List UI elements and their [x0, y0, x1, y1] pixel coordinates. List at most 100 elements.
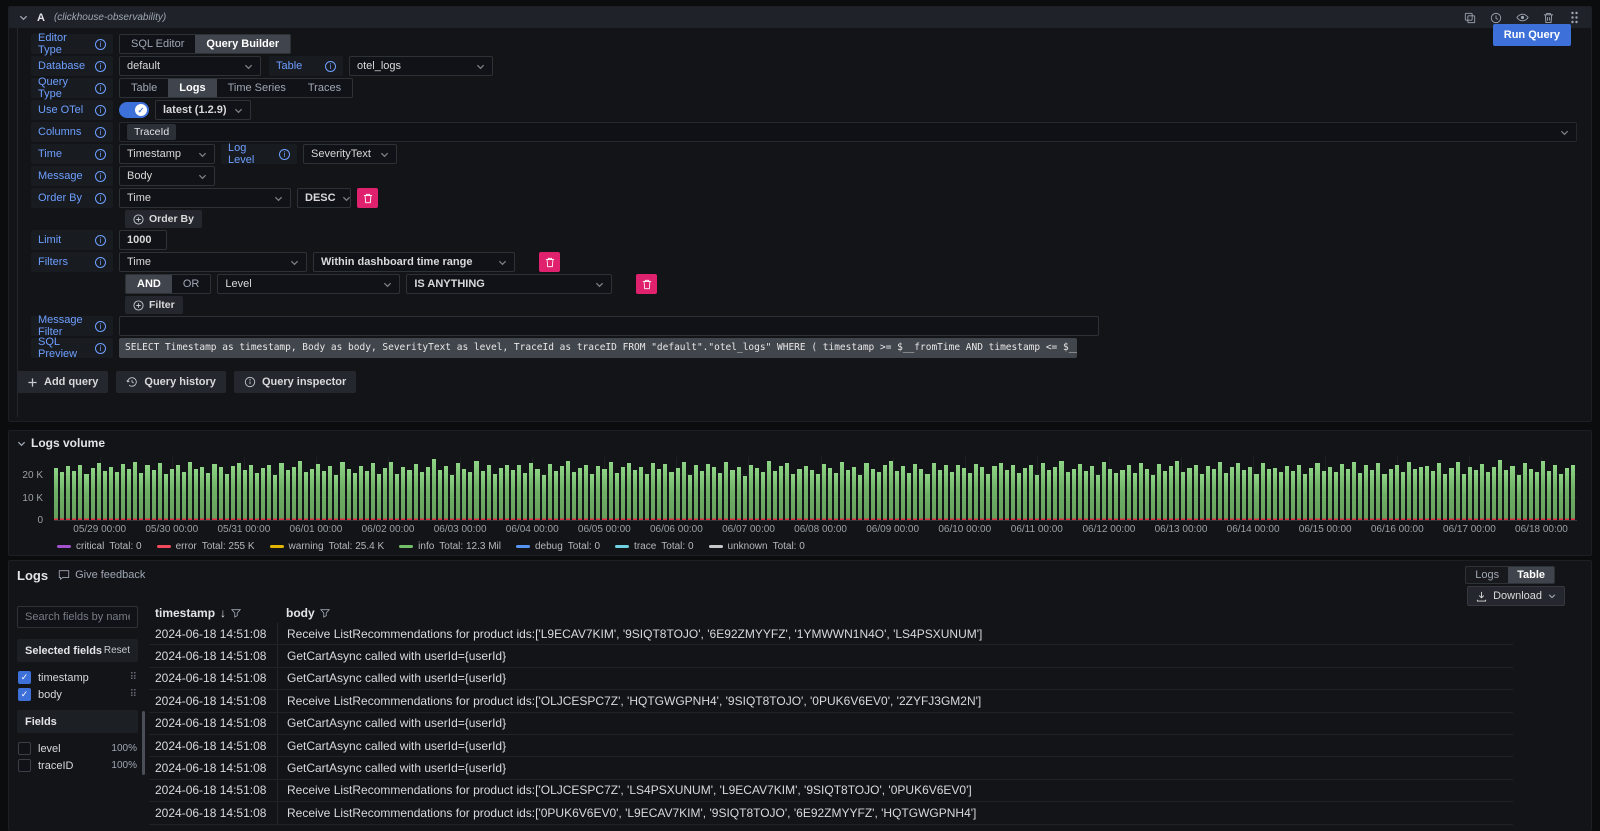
table-row[interactable]: 2024-06-18 14:51:08Receive ListRecommend…: [149, 690, 1513, 712]
volume-bar: [1285, 466, 1289, 520]
drag-handle-icon[interactable]: ⠿: [130, 689, 137, 700]
remove-order-by-button[interactable]: [357, 188, 378, 208]
field-search-input[interactable]: [17, 606, 138, 628]
message-column-select[interactable]: Body: [119, 166, 215, 186]
volume-bar: [1437, 463, 1441, 520]
message-filter-input[interactable]: [119, 316, 1099, 336]
body-column-header[interactable]: body: [286, 606, 315, 620]
selected-field-row[interactable]: ✓timestamp⠿: [17, 669, 138, 686]
sql-preview-code[interactable]: SELECT Timestamp as timestamp, Body as b…: [119, 338, 1077, 358]
selected-field-row[interactable]: ✓body⠿: [17, 686, 138, 703]
trash-icon[interactable]: [1541, 11, 1555, 25]
volume-bar: [1273, 468, 1277, 520]
editor-type-option-sql-editor[interactable]: SQL Editor: [120, 35, 195, 53]
query-type-option-traces[interactable]: Traces: [297, 79, 352, 97]
available-field-row[interactable]: level100%: [17, 740, 138, 757]
field-checkbox[interactable]: [18, 759, 31, 772]
query-row-header[interactable]: A (clickhouse-observability): [9, 7, 1591, 28]
drag-handle-icon[interactable]: ⠿: [130, 672, 137, 683]
otel-version-select[interactable]: latest (1.2.9): [155, 100, 251, 120]
filter2-field-select[interactable]: Level: [217, 274, 400, 294]
message-filter-label: Message Filteri: [31, 316, 113, 336]
field-percent: 100%: [111, 760, 137, 771]
legend-item[interactable]: traceTotal: 0: [615, 541, 693, 552]
volume-bar: [901, 466, 905, 520]
collapse-chevron-icon[interactable]: [19, 13, 28, 22]
duplicate-icon[interactable]: [1463, 11, 1477, 25]
query-type-option-table[interactable]: Table: [120, 79, 168, 97]
drag-handle-icon[interactable]: [1567, 11, 1581, 25]
view-toggle-table[interactable]: Table: [1508, 567, 1554, 583]
table-row[interactable]: 2024-06-18 14:51:08GetCartAsync called w…: [149, 757, 1513, 779]
table-row[interactable]: 2024-06-18 14:51:08GetCartAsync called w…: [149, 645, 1513, 667]
give-feedback-link[interactable]: Give feedback: [58, 569, 145, 581]
query-type-option-time-series[interactable]: Time Series: [217, 79, 297, 97]
remove-filter2-button[interactable]: [636, 274, 657, 294]
logs-volume-header[interactable]: Logs volume: [9, 431, 1591, 450]
query-history-button[interactable]: Query history: [116, 371, 226, 393]
table-select[interactable]: otel_logs: [349, 56, 493, 76]
field-checkbox[interactable]: [18, 742, 31, 755]
order-by-field-select[interactable]: Time: [119, 188, 291, 208]
legend-item[interactable]: debugTotal: 0: [516, 541, 600, 552]
volume-bar: [1504, 470, 1508, 520]
filter1-field-select[interactable]: Time: [119, 252, 307, 272]
volume-bar: [84, 474, 88, 520]
log-timestamp-cell: 2024-06-18 14:51:08: [149, 627, 277, 641]
reset-button[interactable]: Reset: [104, 645, 130, 656]
limit-input[interactable]: [119, 230, 167, 250]
trash-icon: [545, 257, 555, 268]
table-row[interactable]: 2024-06-18 14:51:08GetCartAsync called w…: [149, 713, 1513, 735]
remove-filter1-button[interactable]: [539, 252, 560, 272]
history-icon[interactable]: [1489, 11, 1503, 25]
editor-type-option-query-builder[interactable]: Query Builder: [195, 35, 290, 53]
filter-funnel-icon[interactable]: [320, 608, 330, 618]
columns-multiselect[interactable]: TraceId: [119, 122, 1577, 142]
volume-bar: [1005, 470, 1009, 520]
sort-desc-icon[interactable]: ↓: [220, 606, 226, 620]
sidebar-scrollbar[interactable]: [142, 711, 145, 775]
table-row[interactable]: 2024-06-18 14:51:08GetCartAsync called w…: [149, 668, 1513, 690]
volume-bar: [347, 469, 351, 520]
order-by-direction-select[interactable]: DESC: [297, 188, 351, 208]
field-checkbox[interactable]: ✓: [18, 688, 31, 701]
conjunction-and[interactable]: AND: [126, 275, 172, 293]
volume-bar: [877, 472, 881, 520]
view-toggle-logs[interactable]: Logs: [1466, 567, 1508, 583]
filter-funnel-icon[interactable]: [231, 608, 241, 618]
eye-icon[interactable]: [1515, 11, 1529, 25]
log-level-select[interactable]: SeverityText: [303, 144, 397, 164]
column-chip-traceid[interactable]: TraceId: [127, 124, 176, 140]
volume-bar: [761, 472, 765, 520]
filter1-operator-select[interactable]: Within dashboard time range: [313, 252, 515, 272]
legend-item[interactable]: warningTotal: 25.4 K: [270, 541, 385, 552]
add-order-by-button[interactable]: Order By: [125, 210, 202, 228]
use-otel-toggle[interactable]: ✓: [119, 102, 149, 118]
info-icon: i: [279, 149, 290, 160]
volume-bar: [200, 467, 204, 520]
volume-bar: [1236, 463, 1240, 520]
query-inspector-button[interactable]: Query inspector: [234, 371, 356, 393]
volume-bar: [1401, 472, 1405, 520]
table-row[interactable]: 2024-06-18 14:51:08GetCartAsync called w…: [149, 735, 1513, 757]
timestamp-column-header[interactable]: timestamp: [155, 606, 215, 620]
legend-item[interactable]: errorTotal: 255 K: [157, 541, 255, 552]
filter2-operator-select[interactable]: IS ANYTHING: [406, 274, 612, 294]
database-select[interactable]: default: [119, 56, 261, 76]
time-column-select[interactable]: Timestamp: [119, 144, 215, 164]
volume-bar: [1242, 470, 1246, 520]
table-row[interactable]: 2024-06-18 14:51:08Receive ListRecommend…: [149, 802, 1513, 824]
add-query-button[interactable]: Add query: [17, 371, 108, 393]
legend-item[interactable]: infoTotal: 12.3 Mil: [399, 541, 501, 552]
available-field-row[interactable]: traceID100%: [17, 757, 138, 774]
table-row[interactable]: 2024-06-18 14:51:08Receive ListRecommend…: [149, 623, 1513, 645]
legend-total: Total: 0: [109, 541, 141, 552]
legend-item[interactable]: unknownTotal: 0: [709, 541, 805, 552]
table-row[interactable]: 2024-06-18 14:51:08Receive ListRecommend…: [149, 780, 1513, 802]
logs-volume-chart[interactable]: [54, 457, 1577, 521]
field-checkbox[interactable]: ✓: [18, 671, 31, 684]
query-type-option-logs[interactable]: Logs: [168, 79, 216, 97]
conjunction-or[interactable]: OR: [172, 275, 211, 293]
add-filter-button[interactable]: Filter: [125, 296, 183, 314]
legend-item[interactable]: criticalTotal: 0: [57, 541, 142, 552]
